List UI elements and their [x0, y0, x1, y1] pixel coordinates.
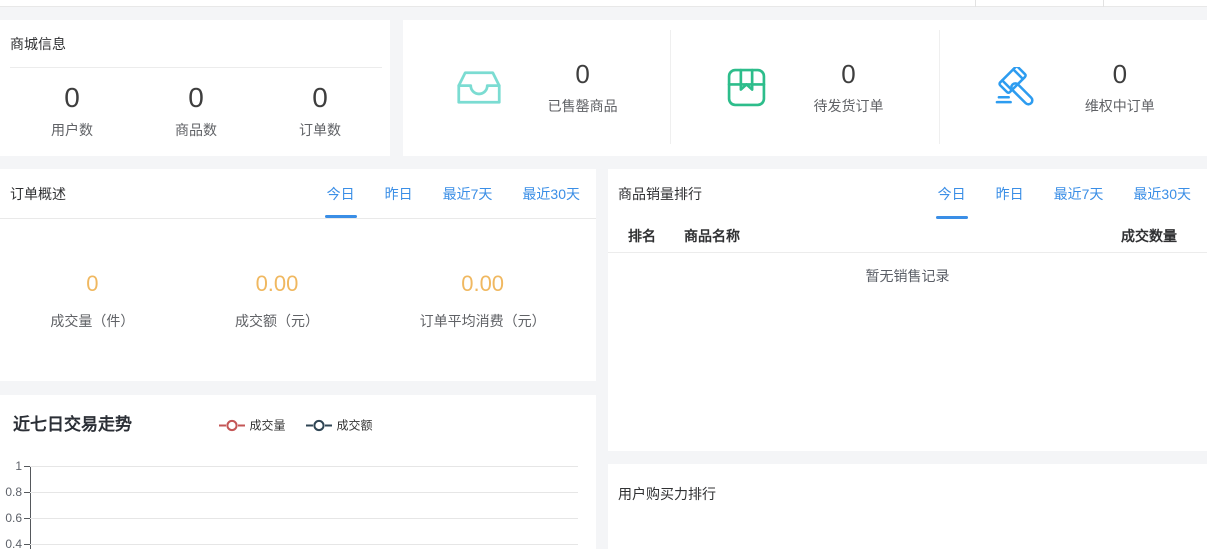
- legend-item-volume[interactable]: 成交量: [218, 417, 285, 434]
- y-tick-label: 0.4: [0, 537, 22, 549]
- dashboard-page: 商城信息 0 用户数 0 商品数 0 订单数: [0, 7, 1207, 549]
- legend-marker-icon: [218, 419, 244, 431]
- axis-tick: [24, 492, 30, 493]
- sales-ranking-card: 商品销量排行 今日 昨日 最近7天 最近30天 排名 商品名称 成交数量 暂无销…: [608, 169, 1207, 451]
- stat-products: 0 商品数: [134, 82, 258, 140]
- chart-legend: 成交量 成交额: [218, 417, 372, 434]
- tab-last-30-days[interactable]: 最近30天: [522, 169, 580, 218]
- top-stats-row: 商城信息 0 用户数 0 商品数 0 订单数: [0, 20, 1207, 156]
- stat-label: 待发货订单: [813, 96, 883, 116]
- card-header: 商品销量排行 今日 昨日 最近7天 最近30天: [608, 169, 1207, 219]
- stat-users: 0 用户数: [10, 82, 134, 140]
- stat-amount: 0.00 成交额（元）: [235, 271, 319, 331]
- inbox-icon: [456, 70, 502, 105]
- order-overview-title: 订单概述: [10, 184, 66, 204]
- stat-value: 0.00: [420, 271, 546, 297]
- y-tick-label: 0.6: [0, 511, 22, 525]
- stat-sold-out: 0 已售罄商品: [403, 30, 670, 144]
- stat-text: 0 已售罄商品: [548, 59, 618, 116]
- order-overview-stats: 0 成交量（件） 0.00 成交额（元） 0.00 订单平均消费（元）: [0, 271, 596, 331]
- mall-info-card: 商城信息 0 用户数 0 商品数 0 订单数: [0, 20, 390, 156]
- tab-last-7-days[interactable]: 最近7天: [1054, 169, 1104, 219]
- legend-label: 成交额: [337, 417, 373, 434]
- divider: [10, 67, 382, 68]
- mall-info-title: 商城信息: [10, 34, 382, 54]
- tab-yesterday[interactable]: 昨日: [385, 169, 413, 218]
- quick-stats-card: 0 已售罄商品 0 待发货订单: [403, 20, 1207, 156]
- card-header: 订单概述 今日 昨日 最近7天 最近30天: [0, 169, 596, 219]
- ranking-table-header: 排名 商品名称 成交数量: [608, 219, 1207, 253]
- trend-chart-card: 近七日交易走势 成交量: [0, 395, 596, 549]
- stat-volume: 0 成交量（件）: [50, 271, 134, 331]
- column-product-name: 商品名称: [684, 226, 1121, 246]
- date-range-tabs: 今日 昨日 最近7天 最近30天: [327, 169, 580, 218]
- left-column: 订单概述 今日 昨日 最近7天 最近30天 0 成交量（件） 0.00: [0, 169, 596, 549]
- stat-text: 0 待发货订单: [813, 59, 883, 116]
- stat-label: 已售罄商品: [548, 96, 618, 116]
- stat-value: 0: [134, 82, 258, 114]
- gridline: [30, 544, 578, 545]
- legend-marker-icon: [306, 419, 332, 431]
- legend-item-amount[interactable]: 成交额: [306, 417, 373, 434]
- sales-ranking-title: 商品销量排行: [618, 184, 702, 204]
- package-icon: [726, 67, 767, 108]
- stat-pending-shipment: 0 待发货订单: [670, 30, 938, 144]
- tab-last-7-days[interactable]: 最近7天: [443, 169, 493, 218]
- gridline: [30, 466, 578, 467]
- axis-tick: [24, 544, 30, 545]
- gavel-icon: [992, 67, 1039, 108]
- y-axis-line: [30, 466, 31, 549]
- stat-value: 0.00: [235, 271, 319, 297]
- buying-power-title: 用户购买力排行: [618, 484, 1197, 504]
- stat-label: 成交额（元）: [235, 311, 319, 331]
- stat-label: 维权中订单: [1085, 96, 1155, 116]
- stat-value: 0: [258, 82, 382, 114]
- stat-label: 订单平均消费（元）: [420, 311, 546, 331]
- stat-value: 0: [1085, 59, 1155, 90]
- axis-tick: [24, 518, 30, 519]
- column-rank: 排名: [628, 226, 684, 246]
- y-tick-label: 1: [0, 459, 22, 473]
- stat-label: 用户数: [10, 120, 134, 140]
- axis-tick: [24, 466, 30, 467]
- topbar-divider: [975, 0, 976, 7]
- stat-value: 0: [50, 271, 134, 297]
- right-column: 商品销量排行 今日 昨日 最近7天 最近30天 排名 商品名称 成交数量 暂无销…: [608, 169, 1207, 549]
- gridline: [30, 518, 578, 519]
- stat-label: 订单数: [258, 120, 382, 140]
- line-chart-plot: 1 0.8 0.6 0.4: [0, 466, 578, 549]
- stat-orders: 0 订单数: [258, 82, 382, 140]
- tab-today[interactable]: 今日: [938, 169, 966, 219]
- tab-yesterday[interactable]: 昨日: [996, 169, 1024, 219]
- lower-grid: 订单概述 今日 昨日 最近7天 最近30天 0 成交量（件） 0.00: [0, 169, 1207, 549]
- stat-label: 成交量（件）: [50, 311, 134, 331]
- order-overview-card: 订单概述 今日 昨日 最近7天 最近30天 0 成交量（件） 0.00: [0, 169, 596, 381]
- mall-stats: 0 用户数 0 商品数 0 订单数: [10, 82, 382, 140]
- stat-rights-protection: 0 维权中订单: [939, 30, 1207, 144]
- chart-header: 近七日交易走势 成交量: [13, 411, 578, 439]
- stat-label: 商品数: [134, 120, 258, 140]
- buying-power-card: 用户购买力排行: [608, 464, 1207, 549]
- date-range-tabs: 今日 昨日 最近7天 最近30天: [938, 169, 1191, 219]
- stat-text: 0 维权中订单: [1085, 59, 1155, 116]
- tab-today[interactable]: 今日: [327, 169, 355, 218]
- stat-average: 0.00 订单平均消费（元）: [420, 271, 546, 331]
- legend-label: 成交量: [249, 417, 285, 434]
- gridline: [30, 492, 578, 493]
- stat-value: 0: [813, 59, 883, 90]
- column-quantity: 成交数量: [1121, 226, 1177, 246]
- topbar-divider: [1103, 0, 1104, 7]
- tab-last-30-days[interactable]: 最近30天: [1133, 169, 1191, 219]
- stat-value: 0: [10, 82, 134, 114]
- empty-state-text: 暂无销售记录: [608, 266, 1207, 286]
- y-tick-label: 0.8: [0, 485, 22, 499]
- top-nav-strip: [0, 0, 1207, 7]
- stat-value: 0: [548, 59, 618, 90]
